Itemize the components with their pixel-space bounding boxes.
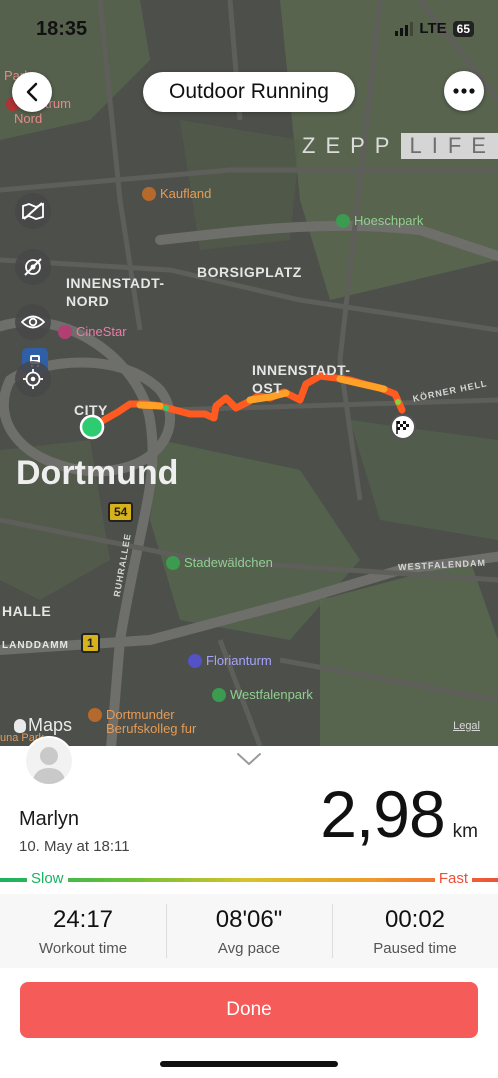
status-time: 18:35 — [36, 18, 88, 40]
battery-icon: 65 — [452, 20, 474, 37]
distance-display: 2,98 km — [320, 776, 478, 852]
label-city: CITY — [74, 402, 108, 418]
distance-value: 2,98 — [320, 777, 445, 851]
locate-button[interactable] — [15, 361, 51, 397]
label-halle: HALLE — [2, 603, 52, 619]
stat-value: 08'06" — [215, 905, 283, 933]
back-button[interactable] — [12, 72, 52, 112]
stat-label: Paused time — [373, 939, 457, 957]
collapse-button[interactable] — [236, 752, 262, 771]
tree-icon — [212, 687, 226, 702]
poi-kaufland[interactable]: Kaufland — [142, 186, 211, 201]
stat-avg-pace: 08'06" Avg pace — [166, 894, 332, 968]
locate-icon — [23, 369, 43, 389]
network-type: LTE — [419, 20, 447, 37]
done-button[interactable]: Done — [20, 982, 478, 1038]
label-dortmund: Dortmund — [16, 454, 179, 492]
stats-row: 24:17 Workout time 08'06" Avg pace 00:02… — [0, 894, 498, 968]
more-icon — [453, 88, 475, 94]
tree-icon — [336, 213, 350, 228]
home-indicator[interactable] — [160, 1061, 338, 1067]
stat-value: 24:17 — [52, 905, 114, 933]
avatar-icon — [32, 747, 66, 784]
eye-icon — [21, 315, 45, 329]
poi-berufskolleg[interactable]: Dortmunder Berufskolleg fur — [88, 708, 196, 736]
star-icon — [188, 653, 202, 668]
map-style-button[interactable] — [15, 193, 51, 229]
stat-paused-time: 00:02 Paused time — [332, 894, 498, 968]
hide-location-button[interactable] — [15, 249, 51, 285]
visibility-button[interactable] — [15, 304, 51, 340]
pace-gradient-bar — [0, 878, 498, 882]
start-marker — [79, 414, 105, 440]
status-bar: 18:35 LTE 65 — [0, 0, 498, 60]
poi-cinestar[interactable]: CineStar — [58, 324, 127, 339]
workout-summary-panel: Marlyn 10. May at 18:11 2,98 km Slow Fas… — [0, 736, 498, 1078]
stat-value: 00:02 — [384, 905, 446, 933]
shopping-icon — [142, 186, 156, 201]
back-icon — [26, 82, 38, 102]
road-shield-b1: 1 — [81, 633, 100, 653]
avatar[interactable] — [24, 736, 74, 786]
chevron-down-icon — [237, 753, 261, 766]
tree-icon — [166, 555, 180, 570]
no-location-icon — [24, 258, 42, 276]
finish-flag-icon — [390, 414, 416, 440]
pace-slow-label: Slow — [27, 870, 68, 887]
cinema-icon — [58, 324, 72, 339]
school-icon — [88, 708, 102, 722]
legal-link[interactable]: Legal — [453, 720, 480, 732]
status-indicators: LTE 65 — [395, 20, 474, 37]
user-name: Marlyn — [19, 808, 80, 830]
apple-logo-icon — [14, 718, 26, 733]
poi-hoeschpark[interactable]: Hoeschpark — [336, 213, 423, 228]
distance-unit: km — [452, 821, 478, 842]
signal-icon — [395, 21, 414, 36]
poi-westfalenpark[interactable]: Westfalenpark — [212, 687, 313, 702]
zepp-life-logo: ZEPP LIFE — [302, 133, 498, 159]
label-nord: Nord — [14, 111, 43, 126]
pace-scale: Slow Fast — [0, 870, 498, 892]
stat-label: Workout time — [38, 939, 128, 957]
apple-maps-brand: Maps — [14, 715, 72, 736]
stat-workout-time: 24:17 Workout time — [0, 894, 166, 968]
poi-florianturm[interactable]: Florianturm — [188, 653, 272, 668]
road-shield-b54: 54 — [108, 502, 134, 522]
stat-label: Avg pace — [217, 939, 281, 957]
label-landdamm: LANDDAMM — [2, 640, 69, 651]
more-button[interactable] — [444, 71, 484, 111]
workout-date: 10. May at 18:11 — [19, 838, 130, 855]
poi-stadewaeldchen[interactable]: Stadewäldchen — [166, 555, 273, 570]
label-innenstadt-nord: INNENSTADT- NORD — [66, 275, 165, 309]
label-borsigplatz: BORSIGPLATZ — [197, 264, 302, 280]
map-style-icon — [22, 202, 44, 220]
pace-fast-label: Fast — [434, 870, 472, 887]
page-title: Outdoor Running — [143, 72, 355, 112]
label-innenstadt-ost: INNENSTADT- OST — [252, 362, 351, 396]
